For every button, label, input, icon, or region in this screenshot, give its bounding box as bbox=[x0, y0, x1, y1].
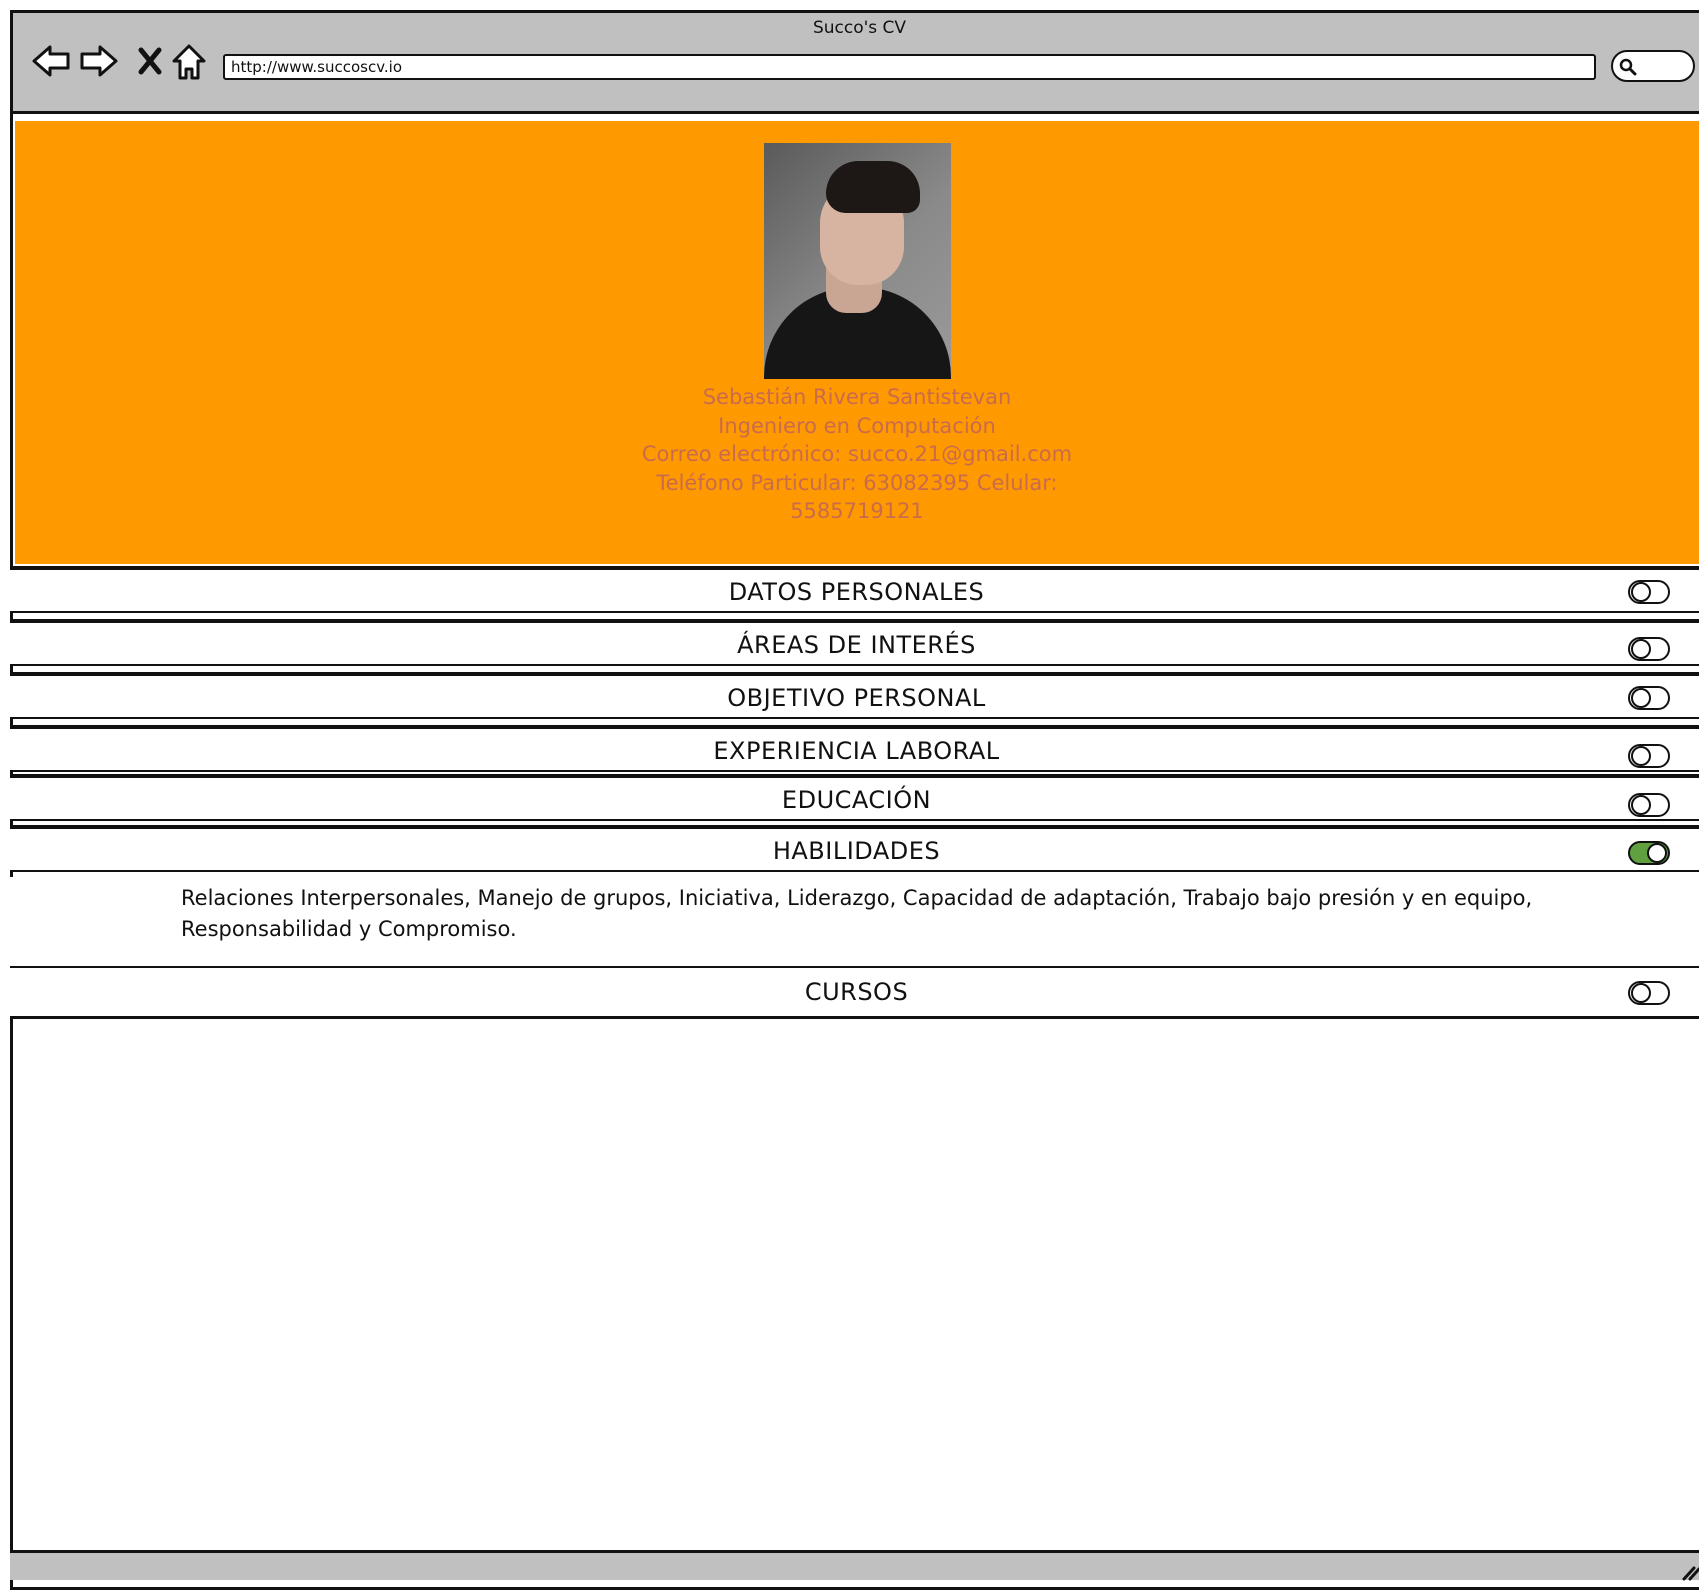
profile-info: Sebastián Rivera Santistevan Ingeniero e… bbox=[15, 383, 1699, 526]
section-label: EDUCACIÓN bbox=[781, 786, 932, 814]
section-datos-personales[interactable]: DATOS PERSONALES bbox=[10, 566, 1699, 613]
back-arrow-icon[interactable] bbox=[31, 43, 71, 79]
section-toggle[interactable] bbox=[1628, 793, 1670, 817]
profile-phone: Teléfono Particular: 63082395 Celular: bbox=[656, 470, 1058, 495]
section-label: HABILIDADES bbox=[772, 837, 941, 865]
section-label: DATOS PERSONALES bbox=[728, 578, 985, 606]
section-toggle[interactable] bbox=[1628, 841, 1670, 865]
section-educacion[interactable]: EDUCACIÓN bbox=[10, 774, 1699, 821]
profile-mobile: 5585719121 bbox=[790, 499, 924, 523]
section-toggle[interactable] bbox=[1628, 637, 1670, 661]
toggle-knob bbox=[1631, 688, 1651, 708]
section-cursos[interactable]: CURSOS bbox=[10, 966, 1699, 1019]
section-objetivo-personal[interactable]: OBJETIVO PERSONAL bbox=[10, 672, 1699, 719]
section-label: EXPERIENCIA LABORAL bbox=[713, 737, 1000, 765]
section-label: CURSOS bbox=[804, 978, 909, 1006]
section-label: OBJETIVO PERSONAL bbox=[727, 684, 986, 712]
section-toggle[interactable] bbox=[1628, 981, 1670, 1005]
skills-text: Relaciones Interpersonales, Manejo de gr… bbox=[181, 886, 1533, 941]
toggle-knob bbox=[1631, 983, 1651, 1003]
profile-header: Sebastián Rivera Santistevan Ingeniero e… bbox=[15, 121, 1699, 564]
profile-email: Correo electrónico: succo.21@gmail.com bbox=[641, 442, 1073, 466]
toggle-knob bbox=[1631, 639, 1651, 659]
home-icon[interactable] bbox=[171, 43, 207, 81]
profile-name: Sebastián Rivera Santistevan bbox=[702, 385, 1012, 409]
section-toggle[interactable] bbox=[1628, 744, 1670, 768]
toggle-knob bbox=[1647, 843, 1667, 863]
status-bar bbox=[10, 1550, 1699, 1581]
section-toggle[interactable] bbox=[1628, 686, 1670, 710]
section-habilidades[interactable]: HABILIDADES bbox=[10, 825, 1699, 872]
section-label: ÁREAS DE INTERÉS bbox=[737, 631, 976, 659]
habilidades-content: Relaciones Interpersonales, Manejo de gr… bbox=[10, 877, 1699, 967]
browser-chrome: Succo's CV http://www.succoscv.io bbox=[13, 13, 1699, 114]
forward-arrow-icon[interactable] bbox=[79, 43, 119, 79]
close-x-icon[interactable] bbox=[137, 47, 163, 75]
window-title: Succo's CV bbox=[812, 18, 907, 38]
section-toggle[interactable] bbox=[1628, 580, 1670, 604]
section-areas-de-interes[interactable]: ÁREAS DE INTERÉS bbox=[10, 619, 1699, 666]
address-bar[interactable]: http://www.succoscv.io bbox=[223, 54, 1596, 80]
toggle-knob bbox=[1631, 582, 1651, 602]
toggle-knob bbox=[1631, 746, 1651, 766]
profile-profession: Ingeniero en Computación bbox=[718, 413, 996, 438]
resize-grip-icon[interactable] bbox=[1682, 1565, 1699, 1581]
toggle-knob bbox=[1631, 795, 1651, 815]
section-experiencia-laboral[interactable]: EXPERIENCIA LABORAL bbox=[10, 725, 1699, 772]
search-icon bbox=[1619, 58, 1637, 76]
profile-photo bbox=[764, 143, 951, 379]
search-field[interactable] bbox=[1611, 50, 1695, 82]
